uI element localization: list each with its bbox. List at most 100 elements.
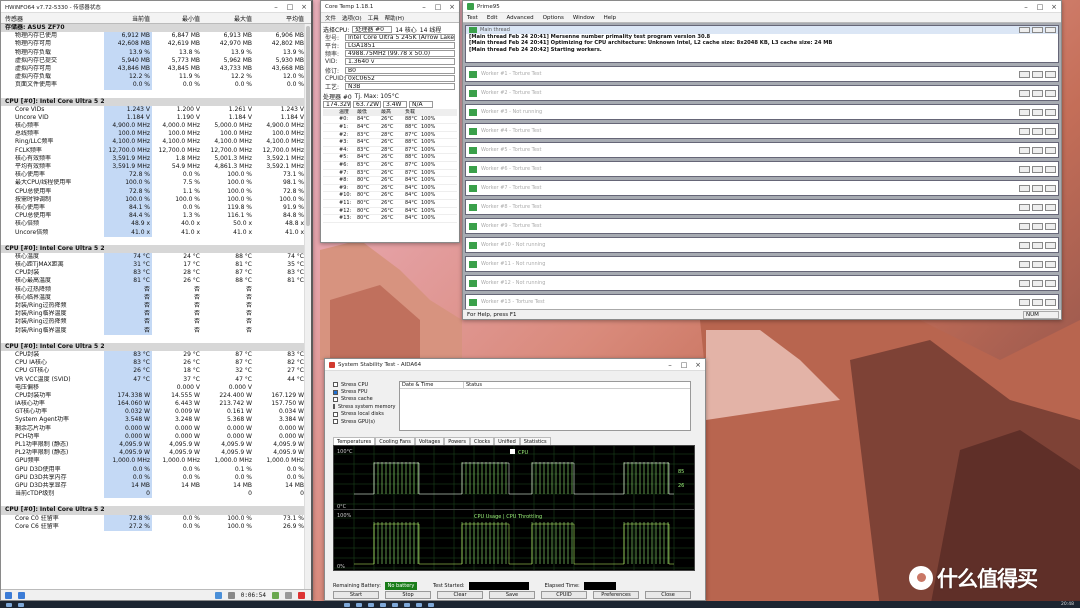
menu-tools[interactable]: 工具 bbox=[368, 14, 379, 22]
minimize-button[interactable]: – bbox=[417, 1, 431, 13]
aida-titlebar[interactable]: System Stability Test - AIDA64 – □ × bbox=[325, 359, 705, 371]
sensor-row[interactable]: 封装/Ring过热降频 否 否 否 bbox=[1, 302, 304, 311]
sensor-row[interactable]: GT核心功率 0.032 W 0.009 W 0.161 W 0.034 W bbox=[1, 408, 304, 417]
maximize-button[interactable] bbox=[1032, 89, 1043, 97]
main-thread-titlebar[interactable]: Main thread bbox=[466, 26, 1058, 34]
menu-options[interactable]: 选项(O) bbox=[342, 14, 362, 22]
menu-file[interactable]: 文件 bbox=[325, 14, 336, 22]
stress-checkbox[interactable]: Stress system memory bbox=[333, 403, 396, 410]
log-table[interactable]: Date & Time Status bbox=[399, 381, 691, 431]
sensor-row[interactable]: 核心温度 74 °C 24 °C 88 °C 74 °C bbox=[1, 252, 304, 262]
aida-button[interactable]: CPUID bbox=[541, 591, 587, 599]
sensor-row[interactable]: 核心有效频率 3,591.9 MHz 1.8 MHz 5,001.3 MHz 3,592… bbox=[1, 154, 304, 163]
minimize-button[interactable] bbox=[1019, 70, 1030, 78]
minimize-button[interactable] bbox=[1019, 89, 1030, 97]
nav-back-icon[interactable] bbox=[5, 591, 12, 599]
aida-button[interactable]: Stop bbox=[385, 591, 431, 599]
checkbox-box[interactable] bbox=[333, 389, 338, 395]
sensor-group-header[interactable]: CPU [#0]: Intel Core Ultra 5 245K: DTS bbox=[1, 244, 304, 253]
taskbar-app-icon[interactable] bbox=[416, 602, 422, 607]
checkbox-box[interactable] bbox=[333, 382, 338, 388]
close-button[interactable] bbox=[1045, 108, 1056, 116]
menu-advanced[interactable]: Advanced bbox=[507, 15, 534, 21]
worker-window[interactable]: Worker #4 - Torture Test bbox=[465, 123, 1059, 139]
sensor-row[interactable]: 按需时钟调制 100.0 % 100.0 % 100.0 % 100.0 % bbox=[1, 195, 304, 204]
maximize-button[interactable] bbox=[1032, 241, 1043, 249]
taskbar-app-icon[interactable] bbox=[356, 602, 362, 607]
sensor-row[interactable]: Uncore VID 1.184 V 1.190 V 1.184 V 1.184 V bbox=[1, 113, 304, 123]
sensor-row[interactable]: PL1功率限制 (静态) 4,095.9 W 4,095.9 W 4,095.9 W 4… bbox=[1, 441, 304, 450]
taskbar-app-icon[interactable] bbox=[344, 602, 350, 607]
close-button[interactable] bbox=[1045, 27, 1056, 33]
sensor-row[interactable]: 电压偏移 0.000 V 0.000 V bbox=[1, 383, 304, 392]
sensor-row[interactable]: 虚拟内存负载 12.2 % 11.9 % 12.2 % 12.0 % bbox=[1, 73, 304, 82]
minimize-button[interactable] bbox=[1019, 203, 1030, 211]
sensor-row[interactable]: 当前cTDP级别 0 0 0 bbox=[1, 490, 304, 499]
start-icon[interactable] bbox=[6, 602, 12, 607]
sensor-row[interactable]: 剩余芯片功率 0.000 W 0.000 W 0.000 W 0.000 W bbox=[1, 424, 304, 433]
search-icon[interactable] bbox=[18, 602, 24, 607]
maximize-button[interactable] bbox=[1032, 222, 1043, 230]
taskbar-app-icon[interactable] bbox=[392, 602, 398, 607]
minimize-button[interactable] bbox=[1019, 127, 1030, 135]
stress-checkbox[interactable]: Stress CPU bbox=[333, 381, 395, 388]
maximize-button[interactable]: □ bbox=[431, 1, 445, 13]
minimize-button[interactable] bbox=[1019, 108, 1030, 116]
close-button[interactable] bbox=[1045, 70, 1056, 78]
sensor-group-header[interactable]: 存储器: ASUS ZF70 bbox=[1, 24, 304, 33]
sensor-row[interactable]: 封装/Ring临界温度 否 否 否 bbox=[1, 310, 304, 319]
maximize-button[interactable] bbox=[1032, 260, 1043, 268]
sensor-row[interactable]: Core VIDs 1.243 V 1.200 V 1.261 V 1.243 V bbox=[1, 105, 304, 114]
sensor-row[interactable]: 物理内存可用 42,608 MB 42,619 MB 42,970 MB 42,802 … bbox=[1, 40, 304, 49]
nav-forward-icon[interactable] bbox=[18, 591, 25, 599]
close-button[interactable] bbox=[1045, 260, 1056, 268]
maximize-button[interactable] bbox=[1032, 165, 1043, 173]
column-max[interactable]: 最大值 bbox=[202, 14, 254, 23]
sensor-row[interactable]: IA核心功率 164.060 W 6.443 W 213.742 W 157.750 W bbox=[1, 400, 304, 409]
minimize-button[interactable] bbox=[1019, 241, 1030, 249]
sensor-row[interactable]: 页面文件使用率 0.0 % 0.0 % 0.0 % 0.0 % bbox=[1, 81, 304, 90]
menu-test[interactable]: Test bbox=[467, 15, 478, 21]
sensor-row[interactable]: 核心临界温度 否 否 否 bbox=[1, 293, 304, 302]
column-avg[interactable]: 平均值 bbox=[254, 14, 306, 23]
aida-button[interactable]: Close bbox=[645, 591, 691, 599]
column-sensor[interactable]: 传感器 bbox=[1, 14, 104, 23]
sensor-row[interactable]: CPU IA核心 83 °C 26 °C 87 °C 82 °C bbox=[1, 359, 304, 368]
sensor-row[interactable]: CPU总使用率 84.4 % 1.3 % 116.1 % 84.8 % bbox=[1, 212, 304, 221]
aida-button[interactable]: Clear bbox=[437, 591, 483, 599]
close-button[interactable] bbox=[1045, 184, 1056, 192]
maximize-button[interactable] bbox=[1032, 203, 1043, 211]
stress-checkbox[interactable]: Stress cache bbox=[333, 396, 395, 403]
menu-options[interactable]: Options bbox=[543, 15, 564, 21]
maximize-button[interactable] bbox=[1032, 108, 1043, 116]
sensor-row[interactable]: 核心使用率 72.8 % 0.0 % 100.0 % 73.1 % bbox=[1, 171, 304, 180]
sensor-group-header[interactable]: CPU [#0]: Intel Core Ultra 5 245K: Enhan… bbox=[1, 342, 304, 351]
hwinfo-window[interactable]: HWiNFO64 v7.72-5330 - 传感器状态 – □ × 传感器 当前… bbox=[0, 0, 313, 601]
close-button[interactable] bbox=[1045, 127, 1056, 135]
maximize-button[interactable] bbox=[1032, 27, 1043, 33]
sensor-row[interactable]: Ring/LLC频率 4,100.0 MHz 4,100.0 MHz 4,100.0 … bbox=[1, 138, 304, 147]
aida-button[interactable]: Save bbox=[489, 591, 535, 599]
worker-window[interactable]: Worker #12 - Not running bbox=[465, 275, 1059, 291]
sensor-row[interactable]: 核心过热降频 否 否 否 bbox=[1, 285, 304, 294]
sensor-row[interactable]: GPU D3D共享内存 0.0 % 0.0 % 0.0 % 0.0 % bbox=[1, 473, 304, 482]
sensor-row[interactable]: CPU封装 83 °C 29 °C 87 °C 83 °C bbox=[1, 350, 304, 360]
sensor-row[interactable]: 封装/Ring过热降频 否 否 否 bbox=[1, 318, 304, 327]
minimize-button[interactable] bbox=[1019, 279, 1030, 287]
sensor-row[interactable]: GPU D3D使用率 0.0 % 0.0 % 0.1 % 0.0 % bbox=[1, 465, 304, 474]
taskbar-app-icon[interactable] bbox=[404, 602, 410, 607]
sensor-row[interactable]: GPU频率 1,000.0 MHz 1,000.0 MHz 1,000.0 MHz 1,… bbox=[1, 457, 304, 466]
aida-button[interactable]: Start bbox=[333, 591, 379, 599]
minimize-button[interactable] bbox=[1019, 222, 1030, 230]
sensor-row[interactable]: Core C0 驻留率 72.8 % 0.0 % 100.0 % 73.1 % bbox=[1, 514, 304, 523]
main-thread-window[interactable]: Main thread [Main thread Feb 24 20:41] M… bbox=[465, 25, 1059, 63]
checkbox-box[interactable] bbox=[333, 404, 335, 410]
sensor-row[interactable]: 核心使用率 84.1 % 0.0 % 119.8 % 91.9 % bbox=[1, 203, 304, 213]
menu-edit[interactable]: Edit bbox=[487, 15, 498, 21]
checkbox-box[interactable] bbox=[333, 411, 338, 417]
maximize-button[interactable]: □ bbox=[677, 359, 691, 371]
report-icon[interactable] bbox=[272, 591, 279, 599]
close-button[interactable] bbox=[1045, 222, 1056, 230]
minimize-button[interactable] bbox=[1019, 260, 1030, 268]
sensor-row[interactable]: VR VCC温度 (SVID) 47 °C 37 °C 47 °C 44 °C bbox=[1, 375, 304, 384]
